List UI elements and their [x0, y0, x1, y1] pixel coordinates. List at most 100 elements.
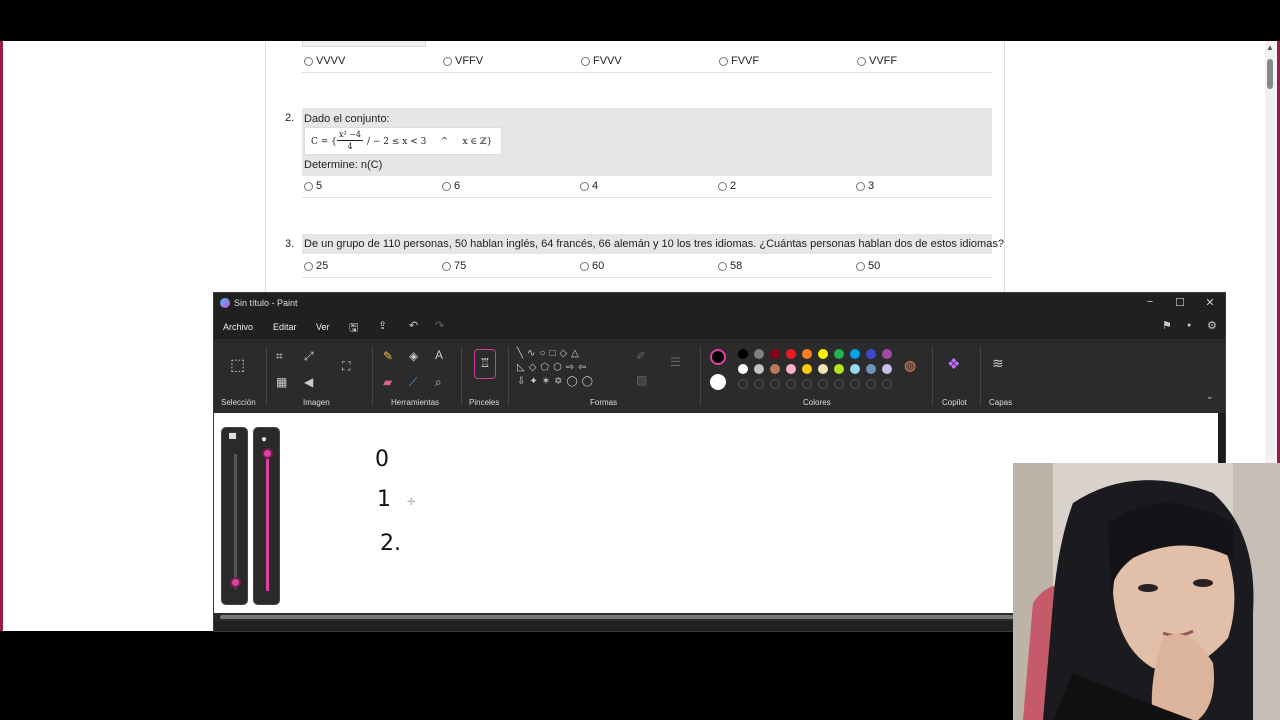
- shape-fill-icon[interactable]: ▨: [636, 373, 647, 387]
- account-icon[interactable]: ●: [1187, 322, 1191, 329]
- radio-button[interactable]: [581, 56, 590, 66]
- radio-button[interactable]: [442, 261, 451, 271]
- radio-button[interactable]: [718, 181, 727, 191]
- slider-knob[interactable]: [262, 448, 273, 459]
- custom-color-slot[interactable]: [754, 379, 764, 389]
- option-3-c[interactable]: 60: [580, 260, 604, 272]
- shapes-row-1[interactable]: ╲∿○□◇△: [517, 347, 622, 361]
- option-1-d[interactable]: FVVF: [719, 55, 759, 67]
- slider-knob[interactable]: [230, 577, 241, 588]
- color-swatch[interactable]: [802, 349, 812, 359]
- custom-color-slot[interactable]: [850, 379, 860, 389]
- outline-icon[interactable]: ✐: [636, 349, 646, 363]
- opacity-slider[interactable]: ▀: [221, 427, 248, 605]
- secondary-color-swatch[interactable]: [710, 374, 726, 390]
- menu-archivo[interactable]: Archivo: [223, 322, 253, 332]
- scrollbar-thumb[interactable]: [1267, 59, 1273, 89]
- option-2-c[interactable]: 4: [580, 180, 598, 192]
- custom-color-slot[interactable]: [802, 379, 812, 389]
- copilot-icon[interactable]: ❖: [947, 355, 960, 373]
- brushes-button[interactable]: ♖: [474, 349, 496, 379]
- option-2-e[interactable]: 3: [856, 180, 874, 192]
- custom-color-slot[interactable]: [882, 379, 892, 389]
- color-swatch[interactable]: [786, 349, 796, 359]
- radio-button[interactable]: [857, 56, 866, 66]
- selection-rectangle-icon[interactable]: ⬚: [230, 355, 245, 375]
- custom-color-slot[interactable]: [866, 379, 876, 389]
- custom-color-slot[interactable]: [770, 379, 780, 389]
- option-2-b[interactable]: 6: [442, 180, 460, 192]
- crop-icon[interactable]: ⌗: [276, 349, 283, 364]
- color-swatch[interactable]: [754, 349, 764, 359]
- custom-color-slot[interactable]: [786, 379, 796, 389]
- layers-icon[interactable]: ≋: [992, 355, 1004, 372]
- color-swatch[interactable]: [786, 364, 796, 374]
- redo-icon[interactable]: ↷: [435, 319, 444, 332]
- color-swatch[interactable]: [882, 349, 892, 359]
- radio-button[interactable]: [580, 181, 589, 191]
- pencil-icon[interactable]: ✎: [383, 349, 393, 363]
- radio-button[interactable]: [304, 261, 313, 271]
- option-3-d[interactable]: 58: [718, 260, 742, 272]
- text-tool-icon[interactable]: A: [435, 348, 443, 362]
- radio-button[interactable]: [304, 56, 313, 66]
- color-swatch[interactable]: [802, 364, 812, 374]
- color-swatch[interactable]: [834, 349, 844, 359]
- resize-icon[interactable]: ⤢: [304, 349, 314, 364]
- custom-color-slot[interactable]: [738, 379, 748, 389]
- color-swatch[interactable]: [866, 349, 876, 359]
- scrollbar-thumb[interactable]: [220, 615, 1020, 619]
- share-icon[interactable]: ⇪: [378, 319, 387, 332]
- save-icon[interactable]: 🖫: [349, 319, 358, 338]
- close-button[interactable]: ✕: [1200, 296, 1220, 309]
- color-swatch[interactable]: [850, 364, 860, 374]
- scroll-up-icon[interactable]: ▲: [1265, 43, 1275, 53]
- color-swatch[interactable]: [818, 349, 828, 359]
- menu-ver[interactable]: Ver: [316, 322, 330, 332]
- option-1-c[interactable]: FVVV: [581, 55, 622, 67]
- color-swatch[interactable]: [866, 364, 876, 374]
- color-swatch[interactable]: [882, 364, 892, 374]
- settings-gear-icon[interactable]: ⚙: [1207, 319, 1217, 332]
- color-picker-icon[interactable]: ⟋: [409, 375, 417, 390]
- size-slider[interactable]: ●: [253, 427, 280, 605]
- custom-color-slot[interactable]: [834, 379, 844, 389]
- magnifier-icon[interactable]: ⌕: [435, 375, 442, 390]
- radio-button[interactable]: [856, 261, 865, 271]
- option-1-b[interactable]: VFFV: [443, 55, 483, 67]
- radio-button[interactable]: [442, 181, 451, 191]
- shapes-row-3[interactable]: ⇩✦✶✡◯◯: [517, 375, 622, 389]
- menu-editar[interactable]: Editar: [273, 322, 297, 332]
- option-2-a[interactable]: 5: [304, 180, 322, 192]
- image-creator-icon[interactable]: ⛶: [342, 359, 350, 374]
- color-swatch[interactable]: [738, 364, 748, 374]
- paint-title-bar[interactable]: Sin título - Paint − ☐ ✕: [214, 293, 1225, 313]
- radio-button[interactable]: [580, 261, 589, 271]
- color-swatch[interactable]: [834, 364, 844, 374]
- color-swatch[interactable]: [770, 349, 780, 359]
- feedback-icon[interactable]: ⚑: [1162, 319, 1172, 332]
- option-1-e[interactable]: VVFF: [857, 55, 897, 67]
- option-2-d[interactable]: 2: [718, 180, 736, 192]
- color-swatch[interactable]: [850, 349, 860, 359]
- option-1-a[interactable]: VVVV: [304, 55, 345, 67]
- primary-color-swatch[interactable]: [710, 349, 726, 365]
- rotate-icon[interactable]: ◀: [304, 375, 313, 389]
- radio-button[interactable]: [443, 56, 452, 66]
- eraser-icon[interactable]: ▰: [383, 375, 392, 389]
- color-swatch[interactable]: [754, 364, 764, 374]
- option-3-b[interactable]: 75: [442, 260, 466, 272]
- color-swatch[interactable]: [818, 364, 828, 374]
- option-3-a[interactable]: 25: [304, 260, 328, 272]
- fill-bucket-icon[interactable]: ◈: [409, 349, 418, 363]
- radio-button[interactable]: [304, 181, 313, 191]
- size-icon[interactable]: ☰: [670, 355, 681, 369]
- edit-colors-wheel-icon[interactable]: ◍: [904, 357, 916, 374]
- radio-button[interactable]: [856, 181, 865, 191]
- color-swatch[interactable]: [738, 349, 748, 359]
- chevron-down-icon[interactable]: ⌄: [1206, 391, 1214, 402]
- background-remove-icon[interactable]: ▦: [276, 375, 287, 389]
- undo-icon[interactable]: ↶: [409, 319, 418, 332]
- radio-button[interactable]: [718, 261, 727, 271]
- option-3-e[interactable]: 50: [856, 260, 880, 272]
